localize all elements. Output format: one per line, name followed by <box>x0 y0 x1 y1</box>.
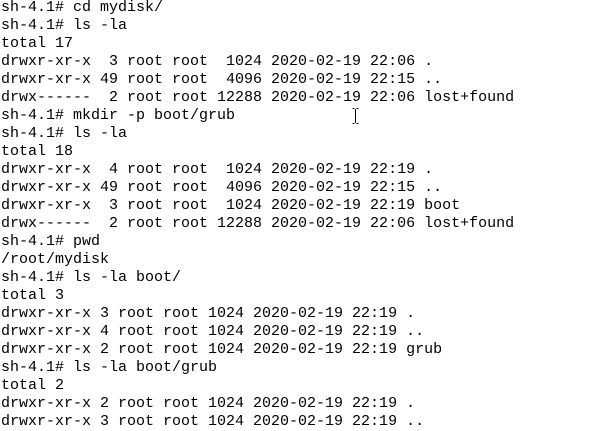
terminal-line: total 2 <box>1 377 65 394</box>
terminal-line: sh-4.1# cd mydisk/ <box>1 0 164 16</box>
terminal-line: total 18 <box>1 143 74 160</box>
terminal-line: sh-4.1# ls -la boot/grub <box>1 359 218 376</box>
terminal-line: total 17 <box>1 35 74 52</box>
terminal-line: drwxr-xr-x 3 root root 1024 2020-02-19 2… <box>1 413 425 430</box>
terminal-line: drwxr-xr-x 49 root root 4096 2020-02-19 … <box>1 179 443 196</box>
terminal-line: drwxr-xr-x 49 root root 4096 2020-02-19 … <box>1 71 443 88</box>
terminal-line: drwxr-xr-x 3 root root 1024 2020-02-19 2… <box>1 305 416 322</box>
terminal-line: drwx------ 2 root root 12288 2020-02-19 … <box>1 215 515 232</box>
ibeam-cursor-icon <box>352 108 359 124</box>
terminal-line: sh-4.1# pwd <box>1 233 101 250</box>
terminal-line: drwxr-xr-x 4 root root 1024 2020-02-19 2… <box>1 323 425 340</box>
terminal-line: sh-4.1# ls -la boot/ <box>1 269 182 286</box>
terminal-line: /root/mydisk <box>1 251 110 268</box>
terminal-output: sh-4.1# cd mydisk/ sh-4.1# ls -la total … <box>1 0 514 431</box>
terminal-line: drwxr-xr-x 3 root root 1024 2020-02-19 2… <box>1 197 461 214</box>
terminal-line: drwxr-xr-x 4 root root 1024 2020-02-19 2… <box>1 161 434 178</box>
terminal-line: drwxr-xr-x 3 root root 1024 2020-02-19 2… <box>1 53 434 70</box>
terminal-line: total 3 <box>1 287 65 304</box>
terminal-line: sh-4.1# ls -la <box>1 17 128 34</box>
terminal-line: sh-4.1# ls -la <box>1 125 128 142</box>
terminal-window[interactable]: sh-4.1# cd mydisk/ sh-4.1# ls -la total … <box>0 0 610 431</box>
terminal-line: drwx------ 2 root root 12288 2020-02-19 … <box>1 89 515 106</box>
terminal-line: drwxr-xr-x 2 root root 1024 2020-02-19 2… <box>1 341 443 358</box>
terminal-line: drwxr-xr-x 2 root root 1024 2020-02-19 2… <box>1 395 416 412</box>
terminal-line: sh-4.1# mkdir -p boot/grub <box>1 107 236 124</box>
